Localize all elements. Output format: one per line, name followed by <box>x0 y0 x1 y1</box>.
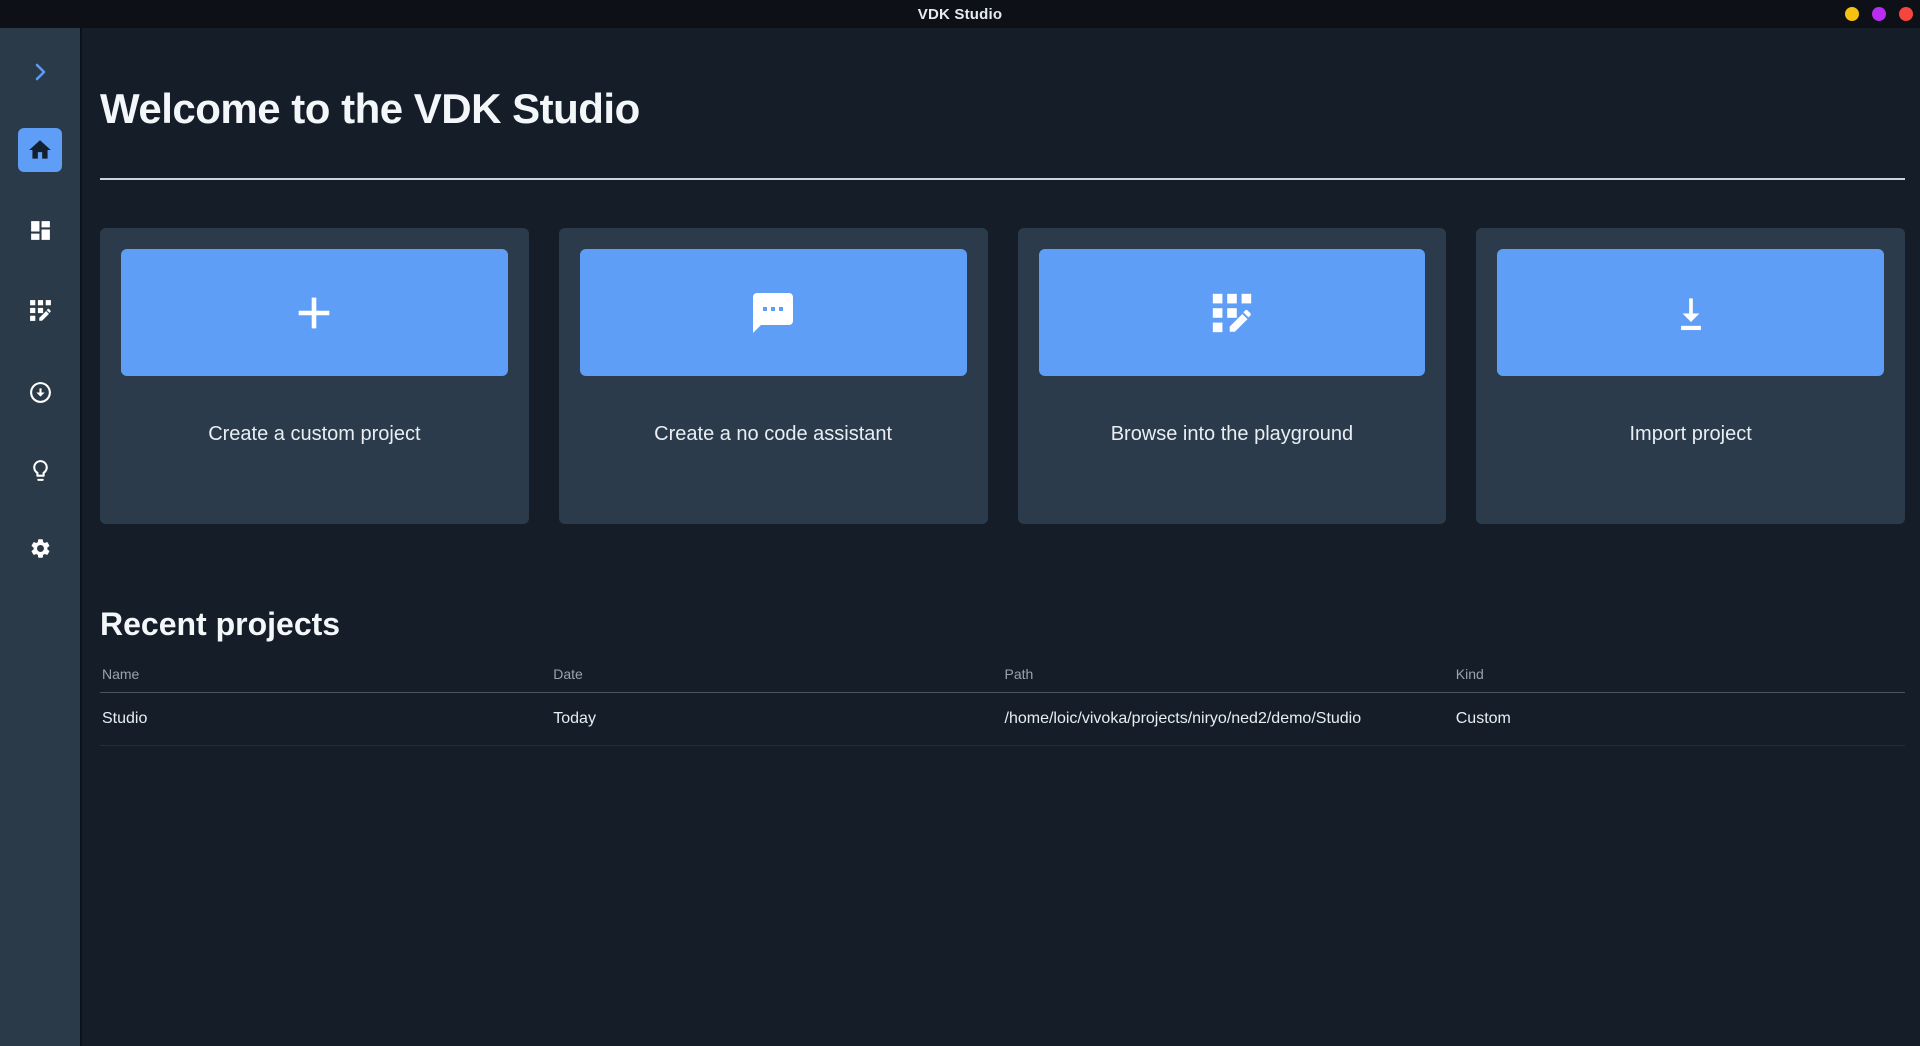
close-dot[interactable] <box>1899 7 1913 21</box>
sidebar-item-ideas[interactable] <box>18 448 62 492</box>
chevron-right-icon <box>28 60 52 84</box>
home-icon <box>27 137 53 163</box>
card-label: Create a no code assistant <box>654 423 893 445</box>
card-label: Create a custom project <box>208 423 421 445</box>
column-header-name: Name <box>102 666 140 682</box>
sidebar-item-home[interactable] <box>18 128 62 172</box>
page-title: Welcome to the VDK Studio <box>100 85 640 132</box>
cell-date: Today <box>553 710 596 727</box>
card-browse-playground[interactable]: Browse into the playground <box>1017 228 1447 524</box>
recent-projects-table: Name Date Path Kind Studio Today /home/l… <box>100 644 1905 746</box>
download-circle-icon <box>28 380 53 405</box>
window-controls <box>1845 0 1913 28</box>
recent-projects-title: Recent projects <box>100 606 341 642</box>
chat-icon <box>749 289 797 337</box>
lightbulb-icon <box>28 458 53 483</box>
app-registration-icon <box>1209 290 1255 336</box>
dashboard-icon <box>28 218 53 243</box>
column-header-path: Path <box>1004 666 1034 682</box>
title-divider <box>100 178 1905 180</box>
table-row[interactable]: Studio Today /home/loic/vivoka/projects/… <box>100 693 1905 746</box>
download-icon <box>1669 291 1713 335</box>
cell-path: /home/loic/vivoka/projects/niryo/ned2/de… <box>1004 710 1362 727</box>
column-header-kind: Kind <box>1455 666 1484 682</box>
app-registration-icon <box>28 298 53 323</box>
cell-kind: Custom <box>1455 710 1511 727</box>
minimize-dot[interactable] <box>1845 7 1859 21</box>
browse-playground-button[interactable] <box>1038 249 1426 376</box>
titlebar: VDK Studio <box>0 0 1920 28</box>
main-content: Welcome to the VDK Studio Create a custo… <box>82 28 1920 1046</box>
sidebar-item-models[interactable] <box>18 288 62 332</box>
maximize-dot[interactable] <box>1872 7 1886 21</box>
column-header-date: Date <box>553 666 583 682</box>
action-cards: Create a custom project Create a no code… <box>100 228 1905 524</box>
create-custom-project-button[interactable] <box>121 249 508 376</box>
gear-icon <box>29 537 52 560</box>
sidebar-item-downloads[interactable] <box>18 370 62 414</box>
card-import-project[interactable]: Import project <box>1476 228 1905 524</box>
sidebar-item-dashboard[interactable] <box>18 208 62 252</box>
sidebar-expand-button[interactable] <box>18 50 62 94</box>
card-label: Browse into the playground <box>1110 423 1354 445</box>
table-header-row: Name Date Path Kind <box>100 644 1905 693</box>
sidebar-item-settings[interactable] <box>18 526 62 570</box>
card-create-custom-project[interactable]: Create a custom project <box>100 228 529 524</box>
sidebar <box>0 28 82 1046</box>
card-label: Import project <box>1629 423 1752 445</box>
window-title: VDK Studio <box>917 5 1003 23</box>
cell-name: Studio <box>102 710 148 727</box>
app-frame: Welcome to the VDK Studio Create a custo… <box>0 28 1920 1046</box>
plus-icon <box>291 290 337 336</box>
import-project-button[interactable] <box>1497 249 1884 376</box>
card-create-no-code-assistant[interactable]: Create a no code assistant <box>558 228 988 524</box>
create-no-code-assistant-button[interactable] <box>579 249 967 376</box>
